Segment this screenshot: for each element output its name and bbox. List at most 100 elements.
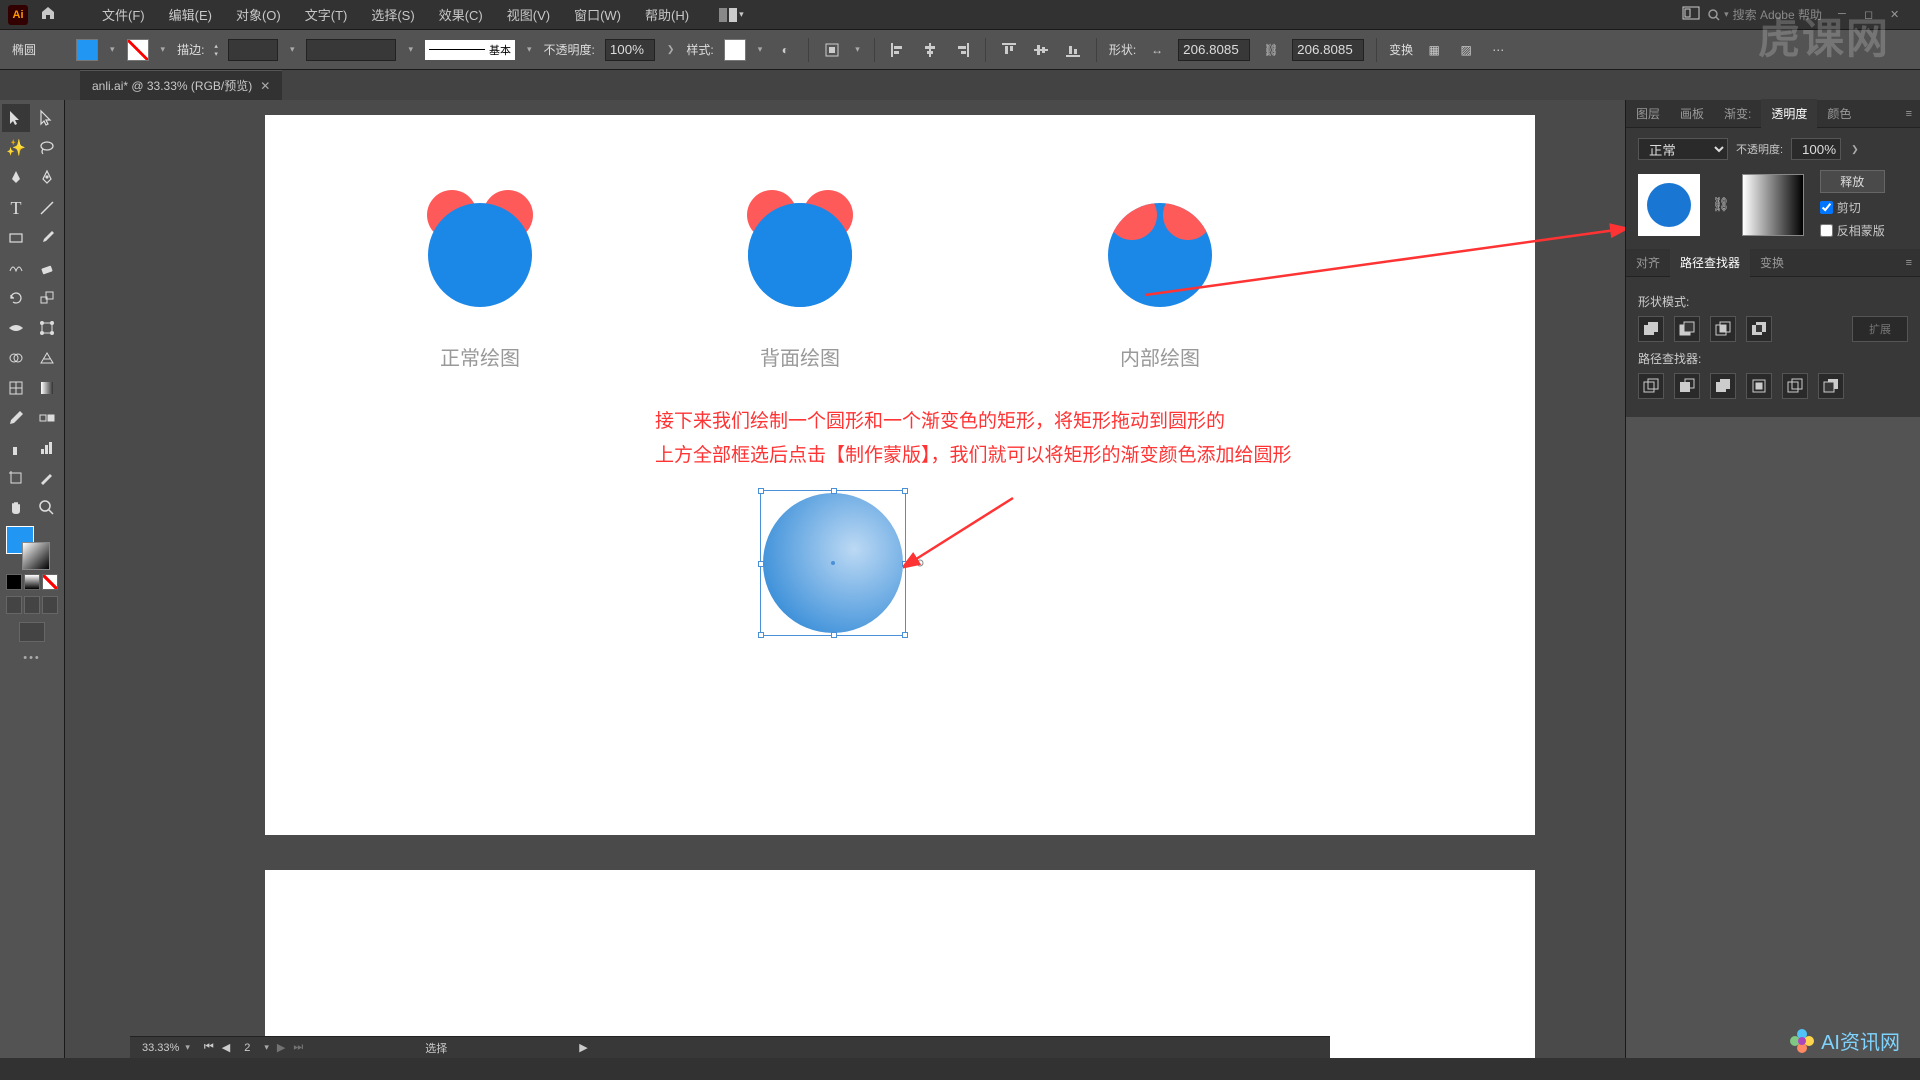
color-mode-none[interactable] — [42, 574, 58, 590]
shaper-tool[interactable] — [2, 254, 30, 282]
stroke-weight-input[interactable] — [228, 39, 278, 61]
paintbrush-tool[interactable] — [33, 224, 61, 252]
valign-top-icon[interactable] — [998, 39, 1020, 61]
draw-inside[interactable] — [42, 596, 58, 614]
tab-align[interactable]: 对齐 — [1626, 248, 1670, 277]
pf-trim[interactable] — [1674, 373, 1700, 399]
menu-select[interactable]: 选择(S) — [361, 1, 424, 28]
halign-left-icon[interactable] — [887, 39, 909, 61]
pf-exclude[interactable] — [1746, 316, 1772, 342]
toolbox-edit-icon[interactable]: ••• — [2, 646, 62, 670]
menu-effect[interactable]: 效果(C) — [429, 1, 493, 28]
opacity-input[interactable] — [605, 39, 655, 61]
opacity-arrow-icon[interactable]: ❯ — [1849, 144, 1861, 155]
hand-tool[interactable] — [2, 494, 30, 522]
stroke-weight-dropdown[interactable]: ▾ — [288, 44, 297, 55]
screen-mode[interactable] — [19, 622, 45, 642]
zoom-value[interactable]: 33.33% — [142, 1042, 179, 1054]
menu-object[interactable]: 对象(O) — [226, 1, 291, 28]
mask-target-thumb[interactable] — [1742, 174, 1804, 236]
pf-merge[interactable] — [1710, 373, 1736, 399]
rectangle-tool[interactable] — [2, 224, 30, 252]
shape-builder-tool[interactable] — [2, 344, 30, 372]
home-icon[interactable] — [32, 5, 64, 24]
pf-crop[interactable] — [1746, 373, 1772, 399]
color-picker[interactable] — [2, 522, 62, 572]
menu-file[interactable]: 文件(F) — [92, 1, 155, 28]
window-minimize-icon[interactable]: ─ — [1838, 8, 1852, 22]
fill-dropdown-icon[interactable]: ▾ — [108, 44, 117, 55]
invert-checkbox[interactable]: 反相蒙版 — [1820, 222, 1885, 239]
lasso-tool[interactable] — [33, 134, 61, 162]
stroke-dropdown-icon[interactable]: ▾ — [159, 44, 168, 55]
tab-layers[interactable]: 图层 — [1626, 99, 1670, 128]
isolate-icon[interactable]: ▦ — [1423, 39, 1445, 61]
pf-divide[interactable] — [1638, 373, 1664, 399]
perspective-tool[interactable] — [33, 344, 61, 372]
pen-tool[interactable] — [2, 164, 30, 192]
help-search[interactable]: ▾ 搜索 Adobe 帮助 — [1708, 6, 1822, 23]
direct-selection-tool[interactable] — [33, 104, 61, 132]
draw-behind[interactable] — [24, 596, 40, 614]
mask-link-icon[interactable]: ⛓ — [1712, 196, 1730, 213]
gradient-tool[interactable] — [33, 374, 61, 402]
stroke-up-icon[interactable]: ▴ — [214, 42, 218, 50]
column-graph-tool[interactable] — [33, 434, 61, 462]
pf-minus-back[interactable] — [1818, 373, 1844, 399]
rotate-tool[interactable] — [2, 284, 30, 312]
zoom-tool[interactable] — [33, 494, 61, 522]
align-icon[interactable] — [821, 39, 843, 61]
blend-mode-select[interactable]: 正常 — [1638, 138, 1728, 160]
valign-bottom-icon[interactable] — [1062, 39, 1084, 61]
width-tool[interactable] — [2, 314, 30, 342]
stroke-swatch[interactable] — [127, 39, 149, 61]
workspace-icon[interactable] — [1682, 6, 1700, 23]
status-play-icon[interactable]: ▶ — [577, 1041, 589, 1054]
link-wh-icon[interactable]: ⛓ — [1260, 39, 1282, 61]
brush-definition[interactable]: 基本 — [425, 40, 515, 60]
artboard-number[interactable]: 2 — [236, 1042, 258, 1054]
color-mode-gradient[interactable] — [24, 574, 40, 590]
panel-opacity-input[interactable] — [1791, 138, 1841, 160]
type-tool[interactable]: T — [2, 194, 30, 222]
release-mask-button[interactable]: 释放 — [1820, 170, 1885, 193]
width-input[interactable] — [1178, 39, 1250, 61]
free-transform-tool[interactable] — [33, 314, 61, 342]
selection-tool[interactable] — [2, 104, 30, 132]
transform-label[interactable]: 变换 — [1389, 41, 1413, 58]
nav-first-icon[interactable]: ⏮ — [202, 1041, 216, 1054]
panel2-more-icon[interactable]: ≡ — [1898, 257, 1920, 269]
style-swatch[interactable] — [724, 39, 746, 61]
halign-center-icon[interactable] — [919, 39, 941, 61]
pf-outline[interactable] — [1782, 373, 1808, 399]
menu-window[interactable]: 窗口(W) — [564, 1, 631, 28]
line-tool[interactable] — [33, 194, 61, 222]
mask-source-thumb[interactable] — [1638, 174, 1700, 236]
artboard-tool[interactable] — [2, 464, 30, 492]
tab-close-icon[interactable]: ✕ — [260, 79, 270, 93]
more-icon[interactable]: ⋯ — [1487, 39, 1509, 61]
tab-pathfinder[interactable]: 路径查找器 — [1670, 248, 1750, 277]
curvature-tool[interactable] — [33, 164, 61, 192]
menu-view[interactable]: 视图(V) — [497, 1, 560, 28]
menu-edit[interactable]: 编辑(E) — [159, 1, 222, 28]
fill-swatch[interactable] — [76, 39, 98, 61]
height-input[interactable] — [1292, 39, 1364, 61]
stroke-down-icon[interactable]: ▾ — [214, 50, 218, 58]
tab-artboards[interactable]: 画板 — [1670, 99, 1714, 128]
color-mode-solid[interactable] — [6, 574, 22, 590]
magic-wand-tool[interactable]: ✨ — [2, 134, 30, 162]
zoom-dropdown-icon[interactable]: ▾ — [183, 1042, 192, 1053]
draw-normal[interactable] — [6, 596, 22, 614]
edit-icon[interactable]: ▨ — [1455, 39, 1477, 61]
panel-more-icon[interactable]: ≡ — [1898, 108, 1920, 120]
window-maximize-icon[interactable]: ◻ — [1864, 8, 1878, 22]
blend-tool[interactable] — [33, 404, 61, 432]
clip-checkbox[interactable]: 剪切 — [1820, 199, 1885, 216]
pf-minus-front[interactable] — [1674, 316, 1700, 342]
menu-type[interactable]: 文字(T) — [295, 1, 358, 28]
slice-tool[interactable] — [33, 464, 61, 492]
pf-unite[interactable] — [1638, 316, 1664, 342]
eraser-tool[interactable] — [33, 254, 61, 282]
pf-expand[interactable]: 扩展 — [1852, 316, 1908, 342]
